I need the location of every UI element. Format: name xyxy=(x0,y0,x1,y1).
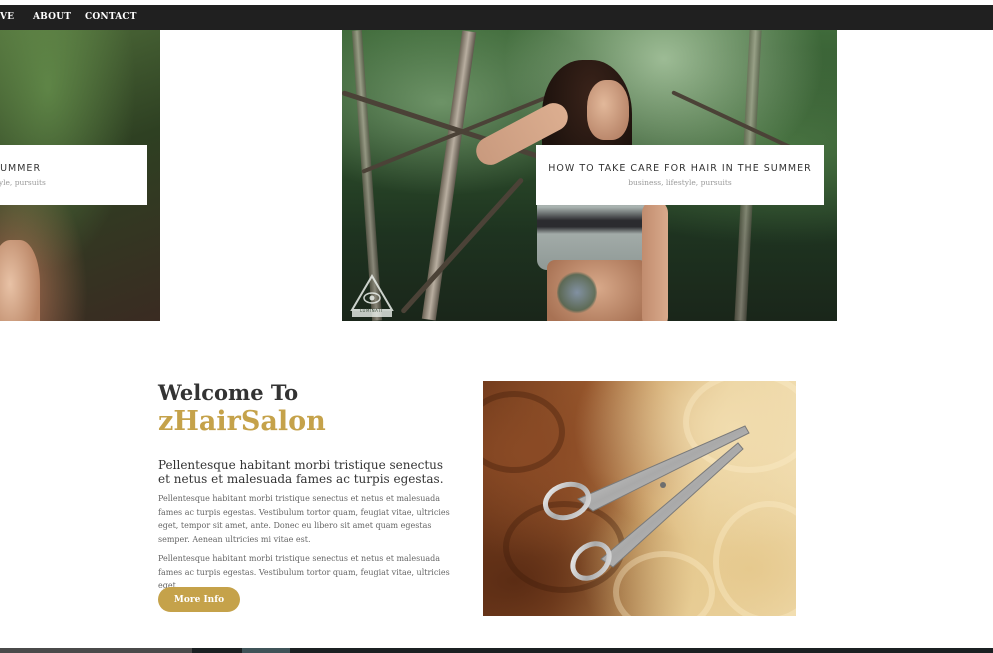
slide-current-title[interactable]: HOW TO TAKE CARE FOR HAIR IN THE SUMMER xyxy=(536,163,824,174)
welcome-heading: Welcome To xyxy=(158,380,299,405)
more-info-button[interactable]: More Info xyxy=(158,587,240,612)
model-tattoo xyxy=(557,270,597,315)
nav-item-partial[interactable]: VE xyxy=(0,12,14,22)
slide-previous-caption[interactable]: OR HAIR IN THE SUMMER style, pursuits xyxy=(0,145,147,205)
slide-current-caption[interactable]: HOW TO TAKE CARE FOR HAIR IN THE SUMMER … xyxy=(536,145,824,205)
nav-item-contact[interactable]: CONTACT xyxy=(85,12,137,22)
tree-branch xyxy=(400,177,525,315)
slide-current-tags[interactable]: business, lifestyle, pursuits xyxy=(536,178,824,187)
eye-triangle-icon: LUMINATI xyxy=(348,270,396,318)
hair-scissors-image xyxy=(483,381,796,616)
welcome-paragraph: Pellentesque habitant morbi tristique se… xyxy=(158,494,450,544)
slide-previous-title[interactable]: OR HAIR IN THE SUMMER xyxy=(0,163,47,174)
top-navbar: VE ABOUT CONTACT xyxy=(0,5,993,30)
model-face xyxy=(587,80,629,140)
slide-previous-tags[interactable]: style, pursuits xyxy=(0,178,139,187)
welcome-section: Welcome To zHairSalon Pellentesque habit… xyxy=(158,380,458,593)
slide-previous-figure xyxy=(0,240,40,321)
watermark-logo-text: LUMINATI xyxy=(360,308,383,313)
model-arm xyxy=(642,200,668,321)
scissors-icon xyxy=(543,425,750,581)
footer-strip xyxy=(0,648,993,653)
brand-heading: zHairSalon xyxy=(158,406,326,437)
footer-segment xyxy=(242,648,290,653)
welcome-lead: Pellentesque habitant morbi tristique se… xyxy=(158,458,444,486)
footer-segment xyxy=(0,648,192,653)
nav-item-about[interactable]: ABOUT xyxy=(33,12,71,22)
